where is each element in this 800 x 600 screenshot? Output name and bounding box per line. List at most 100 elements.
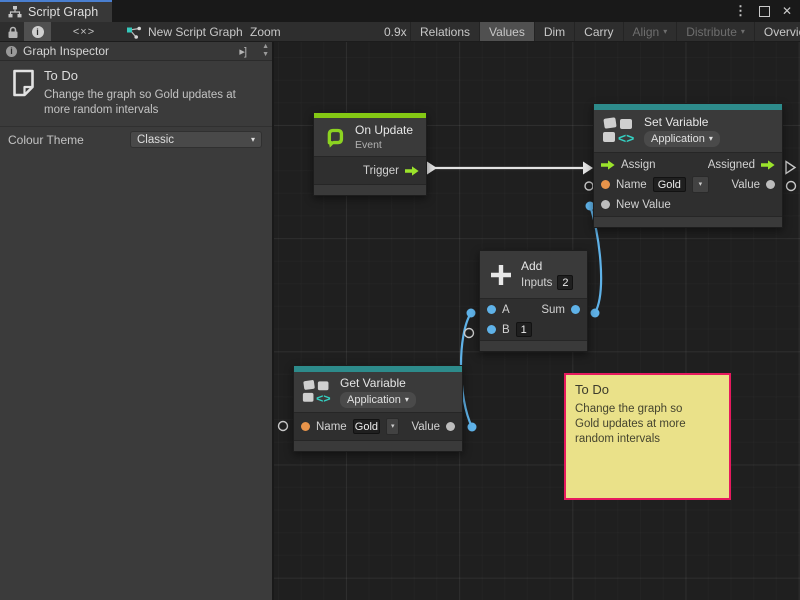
node-add[interactable]: Add Inputs 2 A Sum B [479, 250, 588, 352]
name-input-port[interactable] [601, 180, 610, 189]
port-indicator-circle[interactable] [585, 182, 593, 190]
maximize-icon[interactable] [759, 6, 770, 17]
sticky-note-line: Gold updates at more [575, 417, 720, 432]
port-indicator-circle[interactable] [279, 422, 288, 431]
variable-name-dropdown-button[interactable]: ▾ [692, 176, 709, 193]
colour-theme-label: Colour Theme [8, 133, 84, 147]
inspector-title: Graph Inspector [23, 44, 109, 58]
value-port-label: Value [411, 421, 440, 433]
sticky-note-line: random intervals [575, 432, 720, 447]
variable-scope-dropdown[interactable]: Application ▾ [644, 131, 720, 147]
on-update-event-icon [321, 124, 347, 150]
node-footer [480, 340, 587, 351]
inputs-label: Inputs [521, 277, 552, 289]
tab-label: Script Graph [28, 5, 98, 19]
flow-output-port[interactable] [761, 160, 775, 170]
variables-icon: <> [602, 116, 636, 146]
assigned-port-label: Assigned [708, 159, 755, 171]
close-icon[interactable]: ✕ [782, 4, 792, 18]
new-graph-icon [126, 26, 142, 39]
chevron-down-icon: ▾ [709, 135, 713, 143]
graph-canvas[interactable]: On Update Event Trigger [274, 42, 800, 600]
wire-start-arrow-icon [427, 162, 437, 175]
toolbar-right-cluster: Relations Values Dim Carry Align ▾ Distr… [410, 22, 800, 42]
node-get-variable[interactable]: <> Get Variable Application ▾ Name Gold [293, 365, 463, 452]
name-input-port[interactable] [301, 422, 310, 431]
carry-button[interactable]: Carry [574, 22, 622, 42]
port-indicator-triangle[interactable] [786, 162, 795, 174]
lock-button[interactable] [4, 22, 22, 42]
plus-icon [489, 263, 513, 287]
variables-icon: <> [302, 378, 332, 406]
new-value-input-port[interactable] [601, 200, 610, 209]
window-menu-icon[interactable]: ⋮ [734, 3, 747, 19]
a-input-port[interactable] [487, 305, 496, 314]
info-icon: i [32, 26, 44, 38]
inputs-count-field[interactable]: 2 [557, 275, 573, 290]
sum-port-label: Sum [541, 304, 565, 316]
node-subtitle: Event [355, 139, 413, 151]
flow-input-port[interactable] [601, 160, 615, 170]
variable-name-field[interactable]: Gold [353, 419, 380, 434]
new-script-graph-button[interactable]: New Script Graph [126, 22, 243, 42]
sticky-note-title: To Do [575, 382, 720, 397]
inspector-scrollbar[interactable]: ▲ ▼ [262, 43, 269, 59]
zoom-value: 0.9x [384, 22, 407, 42]
chevron-down-icon: ▾ [405, 396, 409, 404]
window-controls: ⋮ ✕ [734, 0, 792, 22]
inspector-header: i Graph Inspector ▸] ▲ ▼ [0, 42, 272, 61]
new-value-port-label: New Value [616, 199, 671, 211]
flow-output-port[interactable] [405, 166, 419, 176]
node-on-update[interactable]: On Update Event Trigger [313, 112, 427, 196]
inspector-toggle-button[interactable]: i [24, 22, 51, 42]
node-set-variable[interactable]: <> Set Variable Application ▾ Assign [593, 103, 783, 228]
dock-icon[interactable]: ▸] [239, 45, 246, 58]
chevron-down-icon: ▾ [699, 181, 703, 188]
new-graph-label: New Script Graph [148, 25, 243, 39]
wire-endpoint-dot [467, 309, 476, 318]
variable-scope-dropdown[interactable]: Application ▾ [340, 392, 416, 408]
assign-port-label: Assign [621, 159, 656, 171]
sum-output-port[interactable] [571, 305, 580, 314]
value-output-port[interactable] [446, 422, 455, 431]
relations-button[interactable]: Relations [410, 22, 479, 42]
b-port-label: B [502, 324, 510, 336]
node-title: Get Variable [340, 376, 416, 390]
distribute-button[interactable]: Distribute ▾ [676, 22, 754, 42]
variable-name-field[interactable]: Gold [653, 177, 686, 192]
chevron-down-icon: ▾ [391, 423, 395, 430]
align-button[interactable]: Align ▾ [623, 22, 677, 42]
scroll-down-icon[interactable]: ▼ [262, 51, 269, 59]
wire-end-arrow-icon [583, 162, 593, 175]
value-port-label: Value [731, 179, 760, 191]
graph-toolbar: i <×> New Script Graph Zoom 0.9x Relatio… [0, 22, 800, 42]
wire-endpoint-dot [468, 423, 477, 432]
colour-theme-dropdown[interactable]: Classic ▾ [130, 131, 262, 148]
info-icon: i [6, 46, 17, 57]
sticky-note[interactable]: To Do Change the graph so Gold updates a… [564, 373, 731, 500]
port-indicator-circle[interactable] [787, 182, 796, 191]
overview-button[interactable]: Overview [754, 22, 800, 42]
trigger-port-label: Trigger [363, 165, 399, 177]
variable-name-dropdown-button[interactable]: ▾ [386, 418, 399, 435]
code-view-button[interactable]: <×> [64, 22, 104, 42]
tab-script-graph[interactable]: Script Graph [0, 0, 112, 22]
b-value-field[interactable]: 1 [516, 322, 532, 337]
values-button[interactable]: Values [479, 22, 534, 42]
node-footer [594, 216, 782, 227]
zoom-label: Zoom [250, 22, 281, 42]
scroll-up-icon[interactable]: ▲ [262, 43, 269, 51]
value-output-port[interactable] [766, 180, 775, 189]
node-title: Add [521, 259, 573, 273]
node-title: On Update [355, 123, 413, 137]
colour-theme-row: Colour Theme Classic ▾ [0, 127, 272, 152]
inspector-todo-summary: To Do Change the graph so Gold updates a… [0, 62, 272, 127]
tab-bar: Script Graph ⋮ ✕ [0, 0, 800, 22]
lock-icon [7, 26, 19, 39]
code-toggle-icon: <×> [73, 26, 95, 38]
node-footer [294, 440, 462, 451]
dim-button[interactable]: Dim [534, 22, 574, 42]
port-indicator-circle[interactable] [465, 329, 474, 338]
chevron-down-icon: ▾ [251, 136, 255, 144]
b-input-port[interactable] [487, 325, 496, 334]
